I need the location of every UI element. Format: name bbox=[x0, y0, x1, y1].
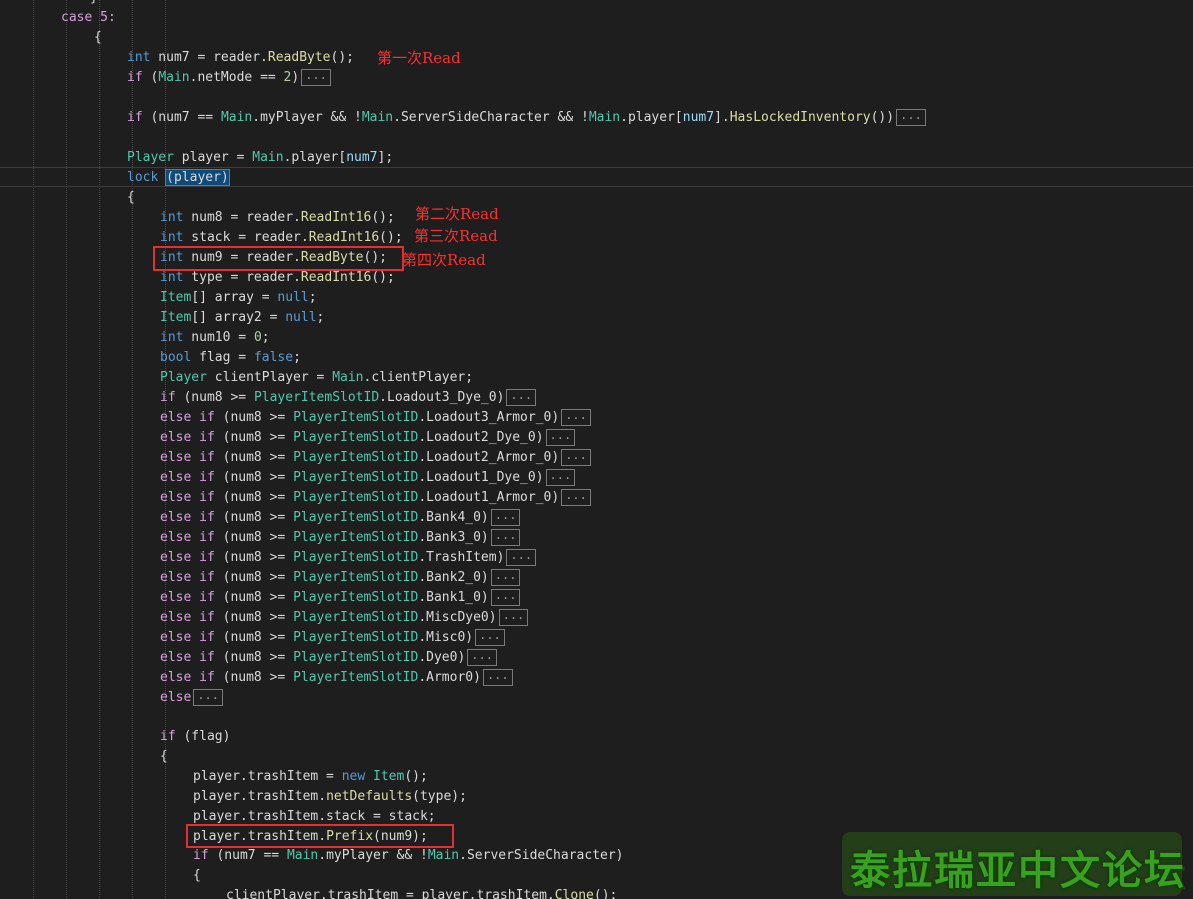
highlight-box-prefix bbox=[186, 824, 454, 848]
fold-marker[interactable]: ... bbox=[498, 609, 529, 626]
fold-marker[interactable]: ... bbox=[193, 689, 223, 706]
code-line: else if (num8 >= PlayerItemSlotID.Bank1_… bbox=[160, 588, 521, 608]
indent-guide bbox=[99, 0, 100, 899]
code-line: lock (player) bbox=[127, 169, 230, 186]
code-line: { bbox=[160, 749, 168, 764]
code-line: { bbox=[127, 190, 135, 205]
fold-marker[interactable]: ... bbox=[506, 389, 537, 406]
fold-marker[interactable]: ... bbox=[561, 489, 591, 506]
code-line: if (num8 >= PlayerItemSlotID.Loadout3_Dy… bbox=[160, 388, 537, 408]
code-line: { bbox=[193, 868, 201, 883]
fold-marker[interactable]: ... bbox=[490, 529, 521, 546]
annotation-first-read: 第一次Read bbox=[377, 49, 461, 67]
highlight-box-readbyte bbox=[153, 246, 404, 271]
code-line: } bbox=[90, 0, 98, 8]
code-line: else if (num8 >= PlayerItemSlotID.Loadou… bbox=[160, 468, 576, 488]
code-line: else if (num8 >= PlayerItemSlotID.Armor0… bbox=[160, 668, 513, 688]
code-line: player.trashItem = new Item(); bbox=[193, 769, 428, 784]
code-line: Item[] array = null; bbox=[160, 290, 317, 305]
code-line: else if (num8 >= PlayerItemSlotID.Bank3_… bbox=[160, 528, 521, 548]
code-line: case 5: bbox=[61, 10, 116, 25]
fold-marker[interactable]: ... bbox=[545, 429, 576, 446]
annotation-fourth-read: 第四次Read bbox=[402, 251, 486, 269]
fold-marker[interactable]: ... bbox=[475, 629, 505, 646]
code-line: else if (num8 >= PlayerItemSlotID.MiscDy… bbox=[160, 608, 529, 628]
code-line: else if (num8 >= PlayerItemSlotID.Loadou… bbox=[160, 408, 591, 428]
code-line: else if (num8 >= PlayerItemSlotID.Dye0).… bbox=[160, 648, 497, 668]
watermark-text: 泰拉瑞亚中文论坛 bbox=[850, 847, 1186, 894]
fold-marker[interactable]: ... bbox=[506, 549, 537, 566]
code-line: else if (num8 >= PlayerItemSlotID.Misc0)… bbox=[160, 628, 505, 648]
indent-guide bbox=[66, 0, 67, 899]
code-line: clientPlayer.trashItem = player.trashIte… bbox=[226, 888, 618, 899]
fold-marker[interactable]: ... bbox=[301, 69, 331, 86]
annotation-third-read: 第三次Read bbox=[414, 227, 498, 245]
code-line: Item[] array2 = null; bbox=[160, 310, 325, 325]
code-line: player.trashItem.netDefaults(type); bbox=[193, 789, 467, 804]
fold-marker[interactable]: ... bbox=[467, 649, 497, 666]
code-line: else if (num8 >= PlayerItemSlotID.Loadou… bbox=[160, 488, 591, 508]
fold-marker[interactable]: ... bbox=[545, 469, 576, 486]
code-line: if (num7 == Main.myPlayer && !Main.Serve… bbox=[127, 108, 926, 128]
code-line: Player player = Main.player[num7]; bbox=[127, 150, 394, 165]
fold-marker[interactable]: ... bbox=[561, 449, 591, 466]
code-line: int num8 = reader.ReadInt16(); bbox=[160, 210, 395, 225]
fold-marker[interactable]: ... bbox=[490, 569, 521, 586]
code-line: else if (num8 >= PlayerItemSlotID.TrashI… bbox=[160, 548, 537, 568]
code-line: else if (num8 >= PlayerItemSlotID.Bank4_… bbox=[160, 508, 521, 528]
fold-marker[interactable]: ... bbox=[490, 589, 521, 606]
code-line: else if (num8 >= PlayerItemSlotID.Loadou… bbox=[160, 428, 576, 448]
code-line: if (Main.netMode == 2)... bbox=[127, 68, 331, 88]
fold-marker[interactable]: ... bbox=[896, 109, 926, 126]
code-line: bool flag = false; bbox=[160, 350, 301, 365]
code-line: if (flag) bbox=[160, 729, 231, 744]
code-line: int stack = reader.ReadInt16(); bbox=[160, 230, 403, 245]
code-line: if (num7 == Main.myPlayer && !Main.Serve… bbox=[193, 848, 624, 863]
code-line: int num7 = reader.ReadByte(); bbox=[127, 50, 354, 65]
annotation-second-read: 第二次Read bbox=[415, 205, 499, 223]
code-line: else if (num8 >= PlayerItemSlotID.Bank2_… bbox=[160, 568, 521, 588]
code-editor[interactable]: } case 5: { int num7 = reader.ReadByte()… bbox=[0, 0, 1193, 899]
fold-marker[interactable]: ... bbox=[490, 509, 521, 526]
fold-marker[interactable]: ... bbox=[561, 409, 591, 426]
code-line: Player clientPlayer = Main.clientPlayer; bbox=[160, 370, 474, 385]
indent-guide bbox=[132, 0, 133, 899]
code-line: else if (num8 >= PlayerItemSlotID.Loadou… bbox=[160, 448, 591, 468]
code-line: int num10 = 0; bbox=[160, 330, 270, 345]
fold-marker[interactable]: ... bbox=[482, 669, 513, 686]
code-line: int type = reader.ReadInt16(); bbox=[160, 270, 395, 285]
indent-guide bbox=[33, 0, 34, 899]
code-line: { bbox=[94, 30, 102, 45]
code-line: else... bbox=[160, 688, 223, 708]
